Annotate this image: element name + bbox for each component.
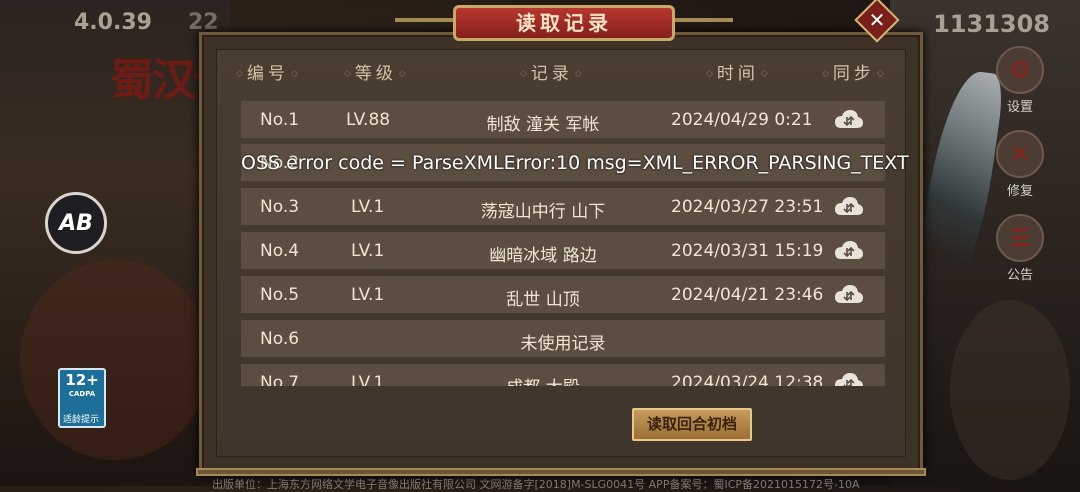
repair-label: 修复 [1006,184,1033,199]
slot-level: LV.88 [346,110,391,130]
background-warrior-shape [20,260,210,460]
load-turn-initial-save-button[interactable]: 读取回合初档 [632,408,752,441]
title-ornament-right [673,18,733,22]
save-slot-row[interactable]: No.5 LV.1 乱世 山顶 2024/04/21 23:46 [241,276,885,313]
age-rating-org: CADPA [68,390,96,398]
background-armor-shape [950,300,1070,480]
ab-overlay-button[interactable]: AB [45,192,107,254]
header-level: 等级 [344,59,406,84]
slot-time: 2024/03/31 15:19 [671,241,824,261]
header-sync: 同步 [822,59,884,84]
publisher-footer: 出版单位：上海东方网络文学电子音像出版社有限公司 文网游备字[2018]M-SL… [212,478,860,491]
save-slot-row[interactable]: No.1 LV.88 制敌 潼关 军帐 2024/04/29 0:21 [241,101,885,138]
save-slot-row[interactable]: No.6 未使用记录 [241,320,885,357]
save-slot-row[interactable]: No.4 LV.1 幽暗冰域 路边 2024/03/31 15:19 [241,232,885,269]
notice-label: 公告 [1006,268,1033,283]
gear-icon: ⚙ [996,46,1044,94]
dialog-bottom-ornament [196,468,926,476]
slot-number: No.7 [260,373,300,386]
slot-record: 乱世 山顶 [506,290,580,310]
slot-number: No.1 [260,110,300,130]
wrench-icon: ✕ [996,130,1044,178]
save-record-list[interactable]: No.1 LV.88 制敌 潼关 军帐 2024/04/29 0:21 No.2… [241,101,885,386]
slot-record: 成都 大殿 [483,373,603,386]
slot-level: LV.1 [351,241,385,261]
slot-level: LV.1 [351,285,385,305]
save-slot-row[interactable]: No.7 LV.1 成都 大殿 2024/03/24 12:38 [241,364,885,386]
header-time: 时间 [706,59,768,84]
slot-record: 制敌 潼关 军帐 [486,115,600,135]
error-message-overlay: OSS error code = ParseXMLError:10 msg=XM… [241,152,909,174]
slot-number: No.5 [260,285,300,305]
dialog-title: 读取记录 [453,5,675,41]
repair-button[interactable]: ✕ 修复 [996,130,1044,199]
save-slot-row[interactable]: No.3 LV.1 荡寇山中行 山下 2024/03/27 23:51 [241,188,885,225]
settings-label: 设置 [1006,100,1033,115]
slot-time: 2024/03/27 23:51 [671,197,824,217]
close-icon: ✕ [868,8,886,32]
slot-level: LV.1 [351,373,385,386]
version-label: 4.0.39 [74,10,152,35]
slot-time: 2024/03/24 12:38 [671,373,824,386]
slot-record: 幽暗冰域 路边 [489,246,597,266]
title-ornament-left [395,18,455,22]
cloud-sync-icon[interactable] [834,283,864,305]
notice-icon: ☰ [996,214,1044,262]
slot-time: 2024/04/21 23:46 [671,285,824,305]
cloud-sync-icon[interactable] [834,108,864,130]
slot-time: 2024/04/29 0:21 [671,110,813,130]
age-rating-caption: 适龄提示 [62,415,99,425]
slot-record: 荡寇山中行 山下 [480,202,606,222]
slot-level: LV.1 [351,197,385,217]
cloud-sync-icon[interactable] [834,239,864,261]
header-record: 记录 [520,59,582,84]
header-number: 编号 [236,59,298,84]
notice-button[interactable]: ☰ 公告 [996,214,1044,283]
settings-button[interactable]: ⚙ 设置 [996,46,1044,115]
player-id: 1131308 [933,10,1050,38]
slot-number: No.4 [260,241,300,261]
slot-number: No.3 [260,197,300,217]
slot-record: 未使用记录 [520,334,606,354]
cloud-sync-icon[interactable] [834,371,864,386]
age-rating-value: 12+ [65,371,99,389]
cloud-sync-icon[interactable] [834,195,864,217]
